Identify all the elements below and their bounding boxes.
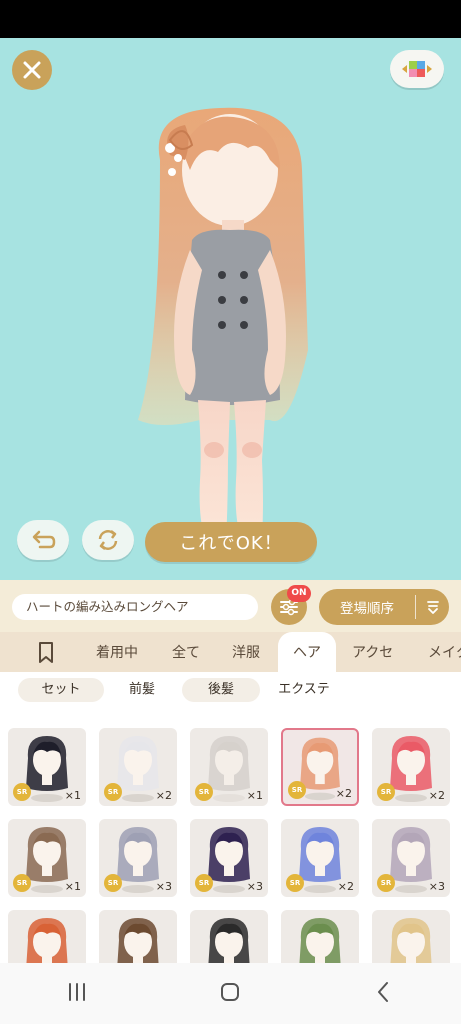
item-quantity: ×3 [155, 880, 172, 893]
tab-clothes[interactable]: 洋服 [232, 632, 260, 672]
hair-thumbnail [299, 918, 341, 963]
rarity-badge: SR [195, 783, 213, 801]
item-grid: SR ×1 SR ×2 SR ×1 SR ×2 SR ×2 SR ×1 SR ×3 SR ×3 SR ×2 SR ×3 [0, 708, 461, 963]
tab-all[interactable]: 全て [172, 632, 200, 672]
item-quantity: ×2 [155, 789, 172, 802]
item-quantity: ×2 [428, 789, 445, 802]
hair-item-card[interactable]: SR ×1 [8, 819, 86, 897]
status-bar [0, 0, 461, 38]
hair-thumbnail [117, 918, 159, 963]
refresh-icon [98, 530, 118, 550]
sort-order-button[interactable]: 登場順序 [319, 589, 449, 625]
close-button[interactable] [12, 50, 52, 90]
close-icon [23, 61, 41, 79]
back-icon[interactable] [372, 980, 396, 1008]
undo-button[interactable] [17, 520, 69, 560]
color-cube-icon [402, 61, 432, 77]
system-nav-bar [0, 963, 461, 1024]
hair-subtabs: セット 前髪 後髪 エクステ [0, 672, 461, 708]
hair-thumbnail [390, 918, 432, 963]
subtab-back-hair[interactable]: 後髪 [182, 678, 260, 702]
rarity-badge: SR [104, 783, 122, 801]
item-quantity: ×1 [64, 880, 81, 893]
rarity-badge: SR [286, 874, 304, 892]
hair-item-card[interactable] [372, 910, 450, 963]
home-icon[interactable] [218, 980, 242, 1008]
hair-item-card[interactable]: SR ×1 [190, 728, 268, 806]
undo-icon [32, 530, 56, 549]
hair-item-card[interactable]: SR ×1 [8, 728, 86, 806]
hair-thumbnail [208, 918, 250, 963]
hair-item-card[interactable]: SR ×2 [372, 728, 450, 806]
item-name-field: ハートの編み込みロングヘア [12, 594, 258, 620]
item-quantity: ×2 [335, 787, 352, 800]
item-quantity: ×3 [428, 880, 445, 893]
filter-on-badge: ON [287, 585, 311, 602]
rarity-badge: SR [13, 783, 31, 801]
rarity-badge: SR [195, 874, 213, 892]
rarity-badge: SR [377, 783, 395, 801]
rarity-badge: SR [288, 781, 306, 799]
hair-item-card[interactable] [281, 910, 359, 963]
hair-item-card[interactable]: SR ×2 [99, 728, 177, 806]
item-info-bar: ハートの編み込みロングヘア ON 登場順序 [0, 580, 461, 632]
sort-label: 登場順序 [340, 601, 394, 617]
tab-accessories[interactable]: アクセ [352, 632, 393, 672]
tab-wearing[interactable]: 着用中 [96, 632, 138, 672]
hair-item-card[interactable]: SR ×2 [281, 819, 359, 897]
color-view-button[interactable] [390, 50, 444, 88]
hair-item-card[interactable]: SR ×3 [372, 819, 450, 897]
item-quantity: ×3 [246, 880, 263, 893]
hair-item-card[interactable] [190, 910, 268, 963]
rarity-badge: SR [104, 874, 122, 892]
hair-thumbnail [26, 918, 68, 963]
subtab-set[interactable]: セット [18, 678, 104, 702]
tab-hair[interactable]: ヘア [278, 632, 336, 672]
item-quantity: ×2 [337, 880, 354, 893]
confirm-ok-button[interactable]: これでOK！ [145, 522, 317, 562]
item-quantity: ×1 [64, 789, 81, 802]
hair-item-card[interactable]: SR ×3 [99, 819, 177, 897]
hair-item-card[interactable]: SR ×2 [281, 728, 359, 806]
subtab-bangs[interactable]: 前髪 [104, 678, 180, 702]
subtab-extensions[interactable]: エクステ [262, 678, 346, 702]
sort-icon[interactable] [416, 599, 449, 615]
avatar-figure [138, 107, 308, 548]
recent-apps-icon[interactable] [65, 980, 89, 1008]
rarity-badge: SR [13, 874, 31, 892]
hair-item-card[interactable] [99, 910, 177, 963]
category-tabs: 着用中 全て 洋服 ヘア アクセ メイク [0, 632, 461, 672]
hair-item-card[interactable]: SR ×3 [190, 819, 268, 897]
avatar-stage: これでOK！ [0, 38, 461, 580]
refresh-button[interactable] [82, 520, 134, 560]
rarity-badge: SR [377, 874, 395, 892]
item-quantity: ×1 [246, 789, 263, 802]
hair-item-card[interactable] [8, 910, 86, 963]
tab-makeup[interactable]: メイク [428, 632, 461, 672]
